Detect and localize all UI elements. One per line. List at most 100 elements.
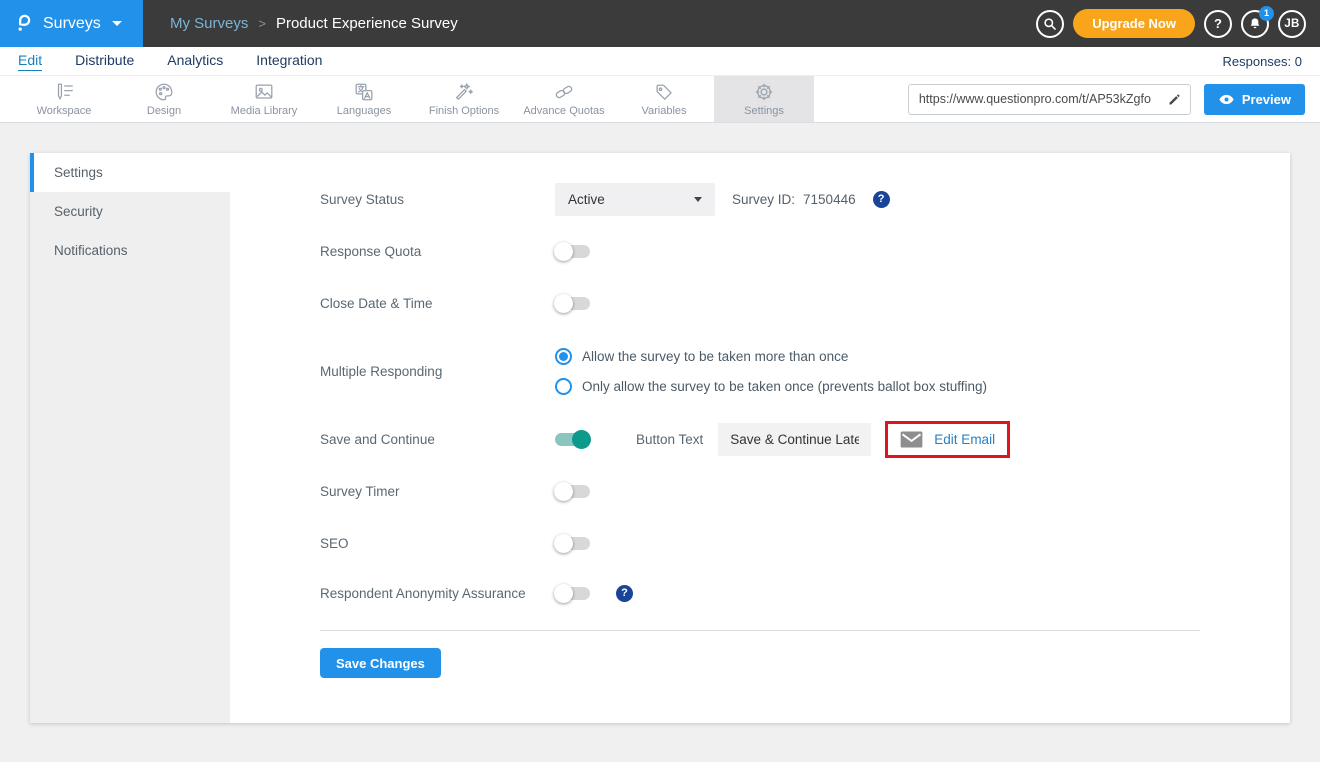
save-and-continue-row: Save and Continue Button Text Edit Email [320,413,1290,465]
chain-link-icon [553,81,575,103]
response-quota-toggle[interactable] [555,245,590,258]
toolbar-label: Variables [641,105,686,117]
edit-email-highlight-box: Edit Email [885,421,1010,458]
edit-url-button[interactable] [1160,85,1190,114]
survey-id-value: 7150446 [803,192,856,207]
help-button[interactable]: ? [1204,10,1232,38]
survey-url-input[interactable] [909,92,1160,106]
search-button[interactable] [1036,10,1064,38]
notifications-button[interactable]: 1 [1241,10,1269,38]
toolbar-variables[interactable]: Variables [614,76,714,122]
top-header: Surveys My Surveys > Product Experience … [0,0,1320,47]
questionpro-logo-icon [13,13,34,34]
radio-allow-once[interactable]: Only allow the survey to be taken once (… [555,378,987,395]
divider [320,630,1200,631]
survey-timer-toggle[interactable] [555,485,590,498]
header-actions: Upgrade Now ? 1 JB [1036,9,1320,38]
toggle-knob [554,584,573,603]
preview-button[interactable]: Preview [1204,84,1305,115]
pencil-icon [1167,92,1182,107]
breadcrumb-my-surveys[interactable]: My Surveys [170,15,248,32]
palette-icon [153,81,175,103]
survey-url-field [908,84,1191,115]
toolbar-media-library[interactable]: Media Library [214,76,314,122]
edit-email-link[interactable]: Edit Email [900,431,995,448]
search-icon [1042,16,1058,32]
save-and-continue-label: Save and Continue [320,432,555,447]
responses-count: Responses: 0 [1223,54,1303,69]
toggle-knob [554,294,573,313]
avatar[interactable]: JB [1278,10,1306,38]
toggle-knob [572,430,591,449]
anonymity-help-icon[interactable]: ? [616,585,633,602]
toolbar-advance-quotas[interactable]: Advance Quotas [514,76,614,122]
tab-analytics[interactable]: Analytics [167,52,223,70]
envelope-icon [900,431,923,448]
bottom-strip [0,762,1320,770]
radio-selected-icon [555,348,572,365]
save-and-continue-toggle[interactable] [555,433,590,446]
surveys-menu-button[interactable]: Surveys [0,0,143,47]
sidebar-item-notifications[interactable]: Notifications [30,231,230,270]
eye-icon [1218,91,1235,108]
workspace-icon [53,81,75,103]
breadcrumb-separator: > [258,16,266,31]
toolbar-label: Finish Options [429,105,499,117]
anonymity-label: Respondent Anonymity Assurance [320,586,555,601]
radio-label: Only allow the survey to be taken once (… [582,379,987,394]
toolbar-workspace[interactable]: Workspace [14,76,114,122]
survey-timer-label: Survey Timer [320,484,555,499]
response-quota-label: Response Quota [320,244,555,259]
toolbar-languages[interactable]: Languages [314,76,414,122]
toolbar-finish-options[interactable]: Finish Options [414,76,514,122]
upgrade-now-button[interactable]: Upgrade Now [1073,9,1195,38]
survey-status-select[interactable]: Active [555,183,715,216]
tab-distribute[interactable]: Distribute [75,52,134,70]
survey-status-row: Survey Status Active Survey ID: 7150446 … [320,173,1290,225]
question-mark-icon: ? [1214,16,1222,31]
multiple-responding-row: Multiple Responding Allow the survey to … [320,329,1290,413]
radio-unselected-icon [555,378,572,395]
save-changes-button[interactable]: Save Changes [320,648,441,678]
sidebar-item-settings[interactable]: Settings [30,153,230,192]
seo-row: SEO [320,517,1290,569]
main-nav: Edit Distribute Analytics Integration Re… [0,47,1320,75]
settings-panel: Survey Status Active Survey ID: 7150446 … [230,153,1290,723]
preview-label: Preview [1242,92,1291,107]
toolbar-label: Settings [744,105,784,117]
button-text-input[interactable] [718,423,871,456]
toggle-knob [554,482,573,501]
response-quota-row: Response Quota [320,225,1290,277]
close-date-time-toggle[interactable] [555,297,590,310]
tab-integration[interactable]: Integration [256,52,322,70]
gear-icon [753,81,775,103]
toolbar-design[interactable]: Design [114,76,214,122]
multiple-responding-label: Multiple Responding [320,364,555,379]
sidebar-item-security[interactable]: Security [30,192,230,231]
tab-edit[interactable]: Edit [18,52,42,71]
toolbar-label: Media Library [231,105,298,117]
radio-label: Allow the survey to be taken more than o… [582,349,848,364]
settings-card: Settings Security Notifications Survey S… [30,153,1290,723]
radio-allow-multiple[interactable]: Allow the survey to be taken more than o… [555,348,987,365]
survey-timer-row: Survey Timer [320,465,1290,517]
toolbar-settings[interactable]: Settings [714,76,814,122]
magic-wand-icon [453,81,475,103]
close-date-time-label: Close Date & Time [320,296,555,311]
content-background: Settings Security Notifications Survey S… [0,123,1320,770]
survey-id-help-icon[interactable]: ? [873,191,890,208]
edit-email-label: Edit Email [934,432,995,447]
chevron-down-icon [112,21,122,26]
seo-label: SEO [320,536,555,551]
seo-toggle[interactable] [555,537,590,550]
anonymity-toggle[interactable] [555,587,590,600]
edit-toolbar: Workspace Design Media Library Languages… [0,75,1320,123]
toolbar-label: Design [147,105,181,117]
multiple-responding-options: Allow the survey to be taken more than o… [555,348,987,395]
translate-icon [353,81,375,103]
survey-status-label: Survey Status [320,192,555,207]
toolbar-label: Workspace [37,105,92,117]
image-icon [253,81,275,103]
survey-status-value: Active [568,192,605,207]
toolbar-right: Preview [908,76,1320,122]
